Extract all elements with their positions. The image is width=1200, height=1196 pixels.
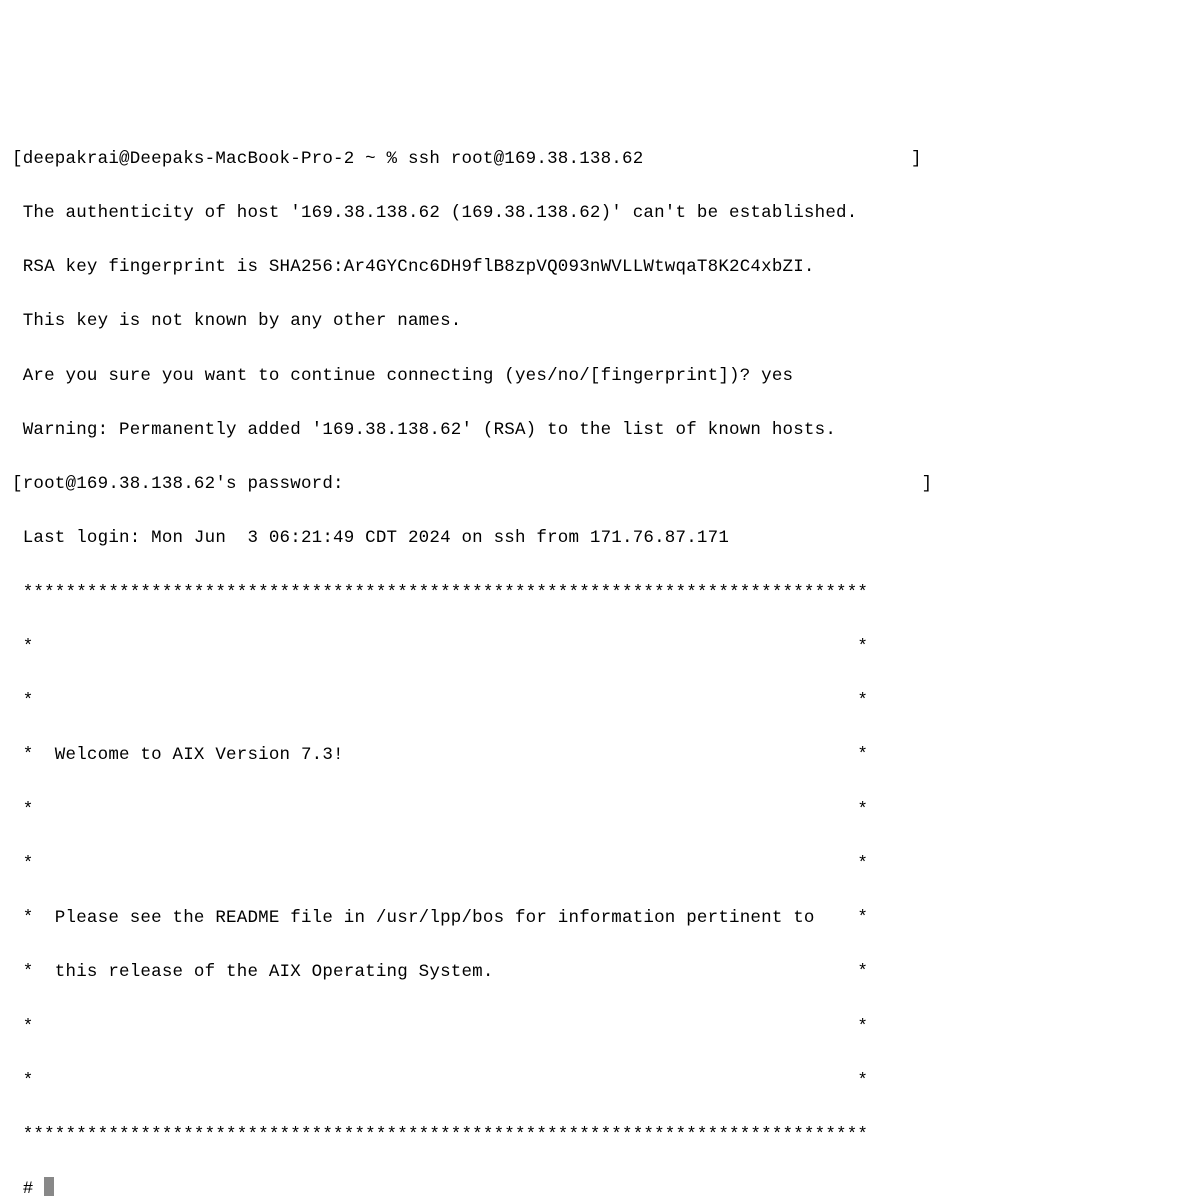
terminal-line: ****************************************… [12,1122,1188,1149]
terminal-line: This key is not known by any other names… [12,308,1188,335]
terminal-line: The authenticity of host '169.38.138.62 … [12,200,1188,227]
terminal-line: RSA key fingerprint is SHA256:Ar4GYCnc6D… [12,254,1188,281]
terminal-line: * * [12,1068,1188,1095]
terminal-line: * this release of the AIX Operating Syst… [12,959,1188,986]
terminal-line: Are you sure you want to continue connec… [12,363,1188,390]
terminal-line: * * [12,1014,1188,1041]
terminal-line: * * [12,688,1188,715]
terminal-line: * Welcome to AIX Version 7.3! * [12,742,1188,769]
terminal-line: [deepakrai@Deepaks-MacBook-Pro-2 ~ % ssh… [12,146,1188,173]
terminal-line: * * [12,797,1188,824]
terminal-line: * * [12,634,1188,661]
terminal-output[interactable]: [deepakrai@Deepaks-MacBook-Pro-2 ~ % ssh… [12,119,1188,1196]
terminal-line: [root@169.38.138.62's password: ] [12,471,1188,498]
prompt-line[interactable]: # [12,1176,1188,1196]
terminal-line: ****************************************… [12,580,1188,607]
terminal-line: * Please see the README file in /usr/lpp… [12,905,1188,932]
terminal-line: Last login: Mon Jun 3 06:21:49 CDT 2024 … [12,525,1188,552]
cursor-icon [44,1177,54,1196]
terminal-line: Warning: Permanently added '169.38.138.6… [12,417,1188,444]
prompt-symbol: # [12,1179,44,1196]
terminal-line: * * [12,851,1188,878]
